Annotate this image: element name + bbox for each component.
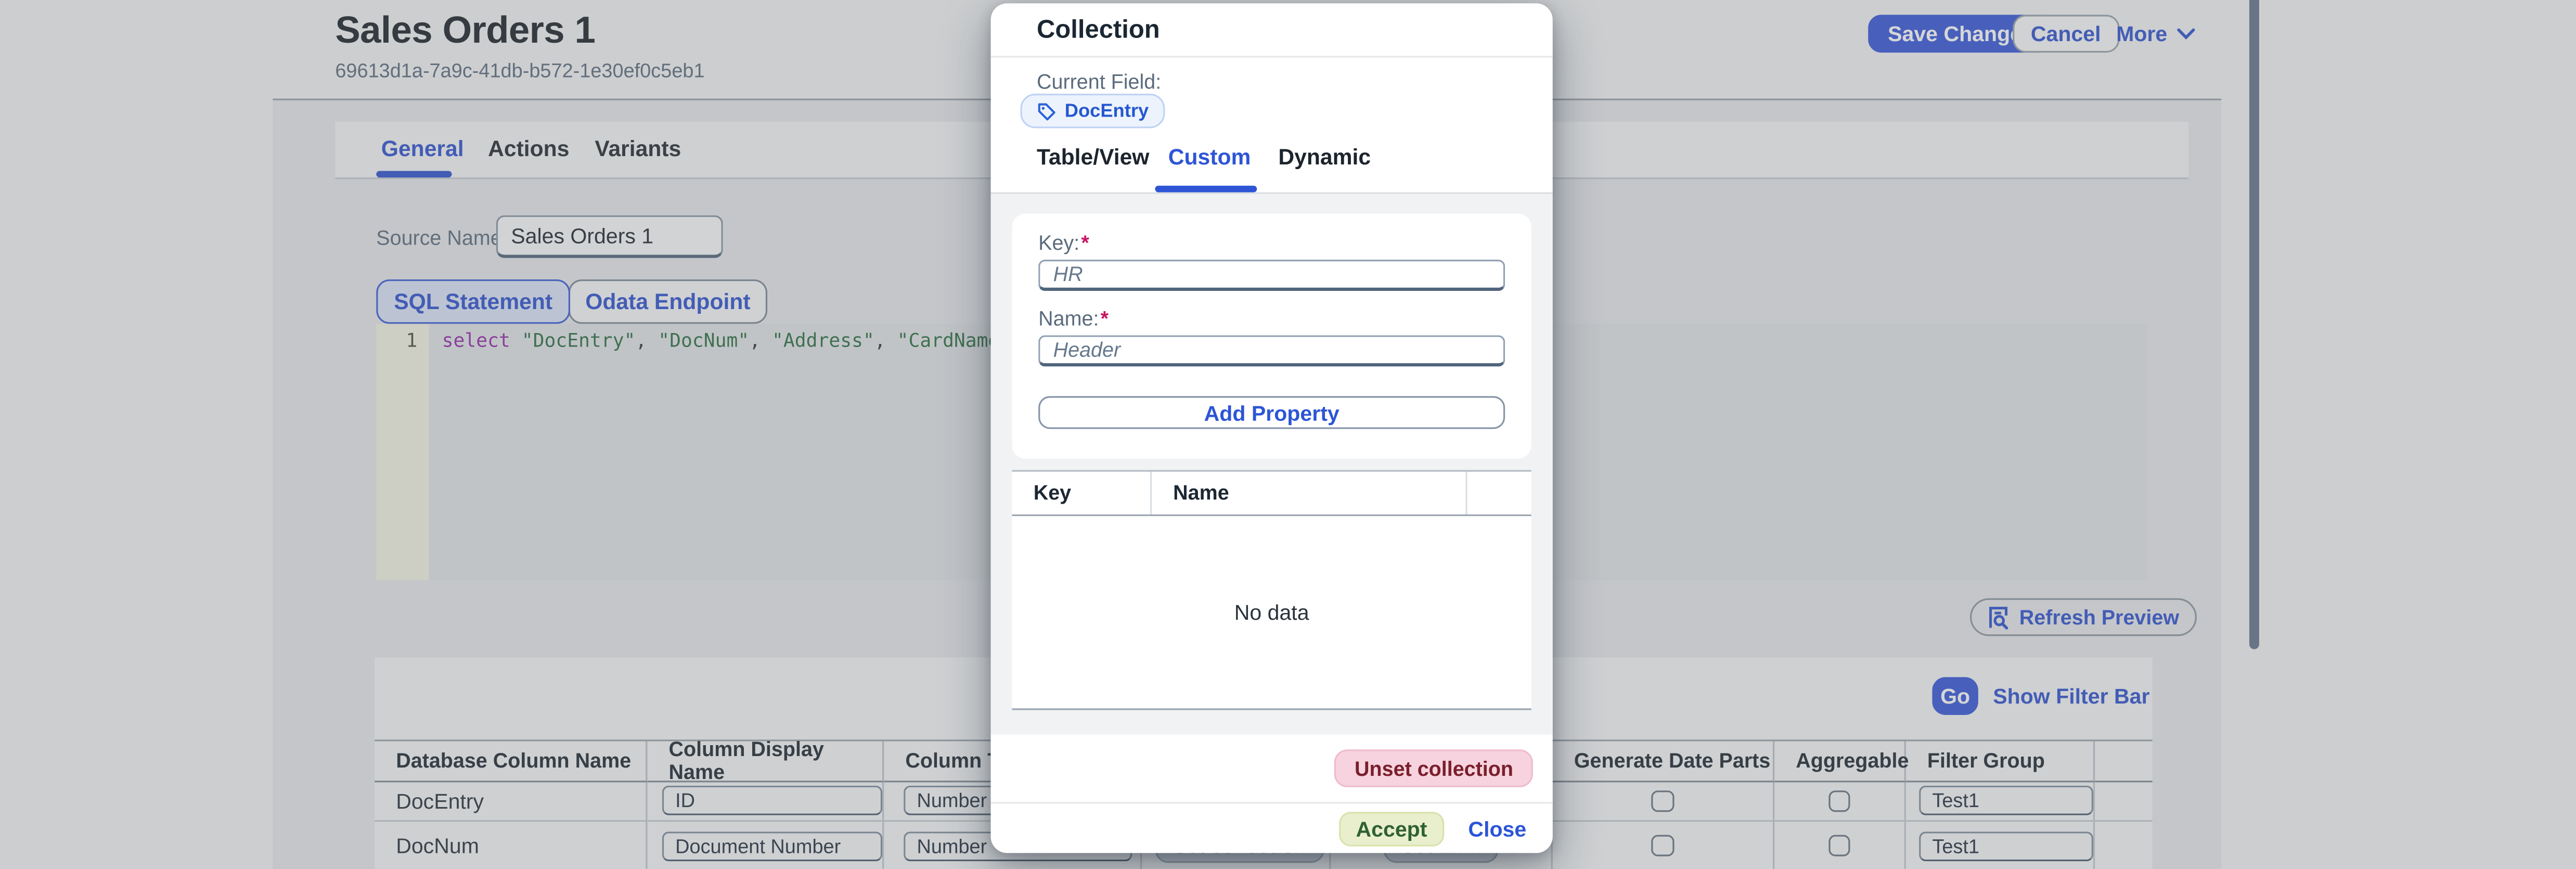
properties-name-header: Name: [1152, 471, 1467, 514]
add-property-button[interactable]: Add Property: [1038, 396, 1505, 429]
dialog-tab-custom[interactable]: Custom: [1168, 145, 1251, 169]
current-field-label: Current Field:: [1037, 71, 1161, 94]
unset-collection-button[interactable]: Unset collection: [1335, 749, 1533, 787]
properties-table: Key Name No data: [1012, 470, 1531, 710]
name-input[interactable]: [1038, 335, 1505, 366]
key-input[interactable]: [1038, 260, 1505, 291]
no-data-text: No data: [1012, 516, 1531, 709]
dialog-header-divider: [991, 56, 1553, 57]
tag-icon: [1037, 101, 1057, 121]
custom-collection-form: Key:* Name:* Add Property: [1012, 214, 1531, 459]
current-field-chip[interactable]: DocEntry: [1020, 94, 1165, 128]
collection-dialog: Collection Current Field: DocEntry Table…: [991, 3, 1553, 853]
unset-collection-row: Unset collection: [991, 735, 1553, 802]
close-button[interactable]: Close: [1468, 816, 1526, 840]
dialog-tab-table-view[interactable]: Table/View: [1037, 145, 1149, 169]
dialog-title: Collection: [1037, 17, 1160, 46]
properties-actions-header: [1467, 471, 1531, 514]
name-label: Name:*: [1038, 308, 1109, 330]
key-label: Key:*: [1038, 232, 1089, 254]
dialog-footer: Accept Close: [991, 802, 1553, 853]
properties-key-header: Key: [1012, 471, 1152, 514]
current-field-chip-label: DocEntry: [1065, 101, 1149, 121]
name-required-asterisk: *: [1101, 308, 1109, 330]
app-viewport: Sales Orders 1 69613d1a-7a9c-41db-b572-1…: [0, 0, 2576, 869]
key-required-asterisk: *: [1081, 232, 1089, 254]
accept-button[interactable]: Accept: [1339, 811, 1444, 846]
dialog-active-tab-underline: [1155, 186, 1257, 191]
dialog-tab-dynamic[interactable]: Dynamic: [1278, 145, 1371, 169]
